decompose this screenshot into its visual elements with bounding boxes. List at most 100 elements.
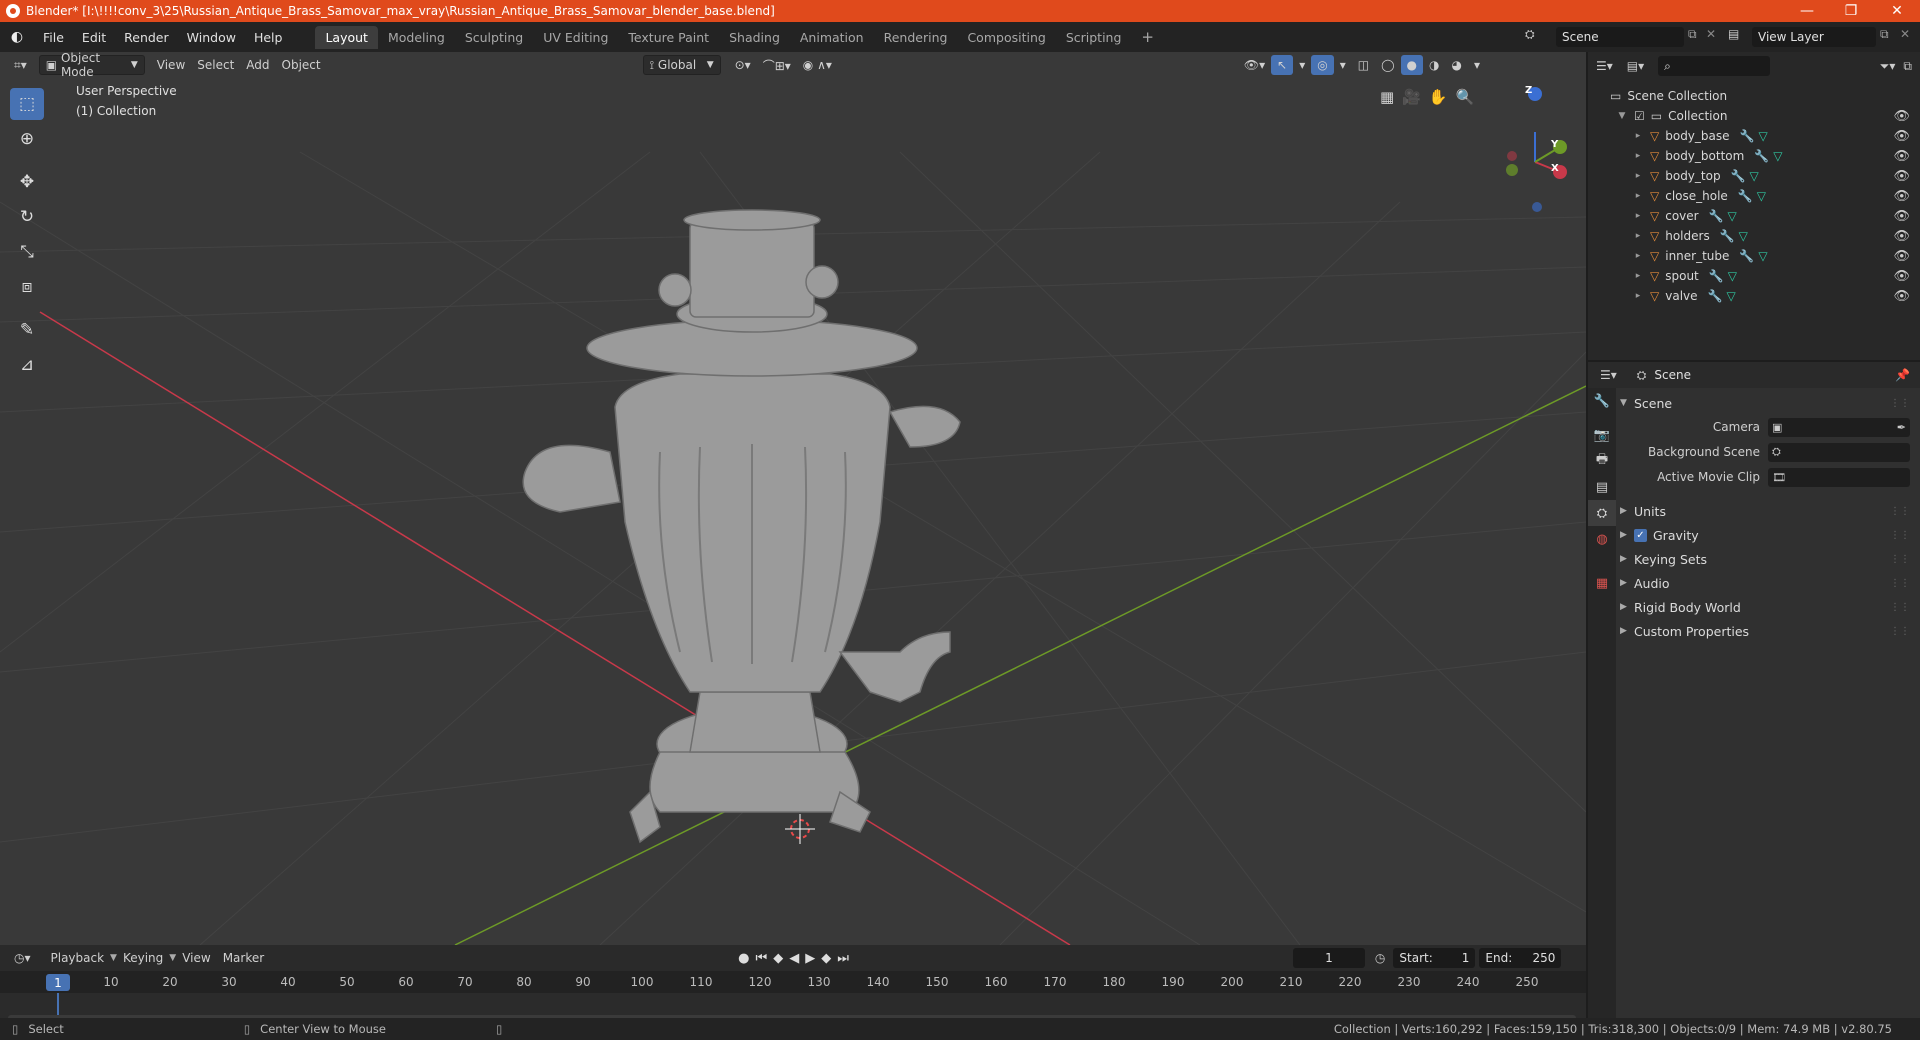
timeline-editor-type-icon[interactable]: ◷▾ (8, 948, 37, 968)
timeline-menu-marker[interactable]: Marker (217, 948, 270, 968)
tab-render[interactable]: 📷 (1588, 422, 1616, 448)
select-box-tool[interactable]: ⬚ (10, 88, 44, 120)
wireframe-shading-icon[interactable]: ◯ (1375, 55, 1400, 75)
object-visibility-icon[interactable]: 👁▾ (1238, 55, 1271, 75)
menu-window[interactable]: Window (178, 30, 245, 45)
xray-toggle-icon[interactable]: ◫ (1352, 55, 1375, 75)
view-layer-browse-icon[interactable]: ▤ (1728, 27, 1739, 41)
tab-sculpting[interactable]: Sculpting (455, 26, 533, 49)
end-frame-field[interactable]: End: 250 (1479, 948, 1562, 968)
visibility-eye-icon[interactable]: 👁 (1893, 189, 1910, 204)
measure-tool[interactable]: ⊿ (10, 349, 44, 381)
menu-file[interactable]: File (34, 30, 73, 45)
tab-shading[interactable]: Shading (719, 26, 790, 49)
annotate-tool[interactable]: ✎ (10, 314, 44, 346)
outliner-object-row[interactable]: ▸ ▽ body_base 🔧 ▽ 👁 (1588, 126, 1920, 146)
visibility-eye-icon[interactable]: 👁 (1893, 289, 1910, 304)
outliner-search-input[interactable]: ⌕ (1658, 56, 1771, 76)
toggle-camera-grid-icon[interactable]: ▦ (1380, 88, 1394, 106)
tab-animation[interactable]: Animation (790, 26, 874, 49)
snap-icon[interactable]: ⌒⊞▾ (757, 55, 797, 75)
pan-view-hand-icon[interactable]: ✋ (1429, 88, 1448, 106)
outliner-object-row[interactable]: ▸ ▽ holders 🔧 ▽ 👁 (1588, 226, 1920, 246)
tab-world[interactable]: ◍ (1588, 526, 1616, 552)
properties-editor-type-icon[interactable]: ☰▾ (1600, 368, 1617, 382)
outliner-object-row[interactable]: ▸ ▽ spout 🔧 ▽ 👁 (1588, 266, 1920, 286)
next-keyframe-icon[interactable]: ◆ (821, 951, 831, 966)
tab-rendering[interactable]: Rendering (874, 26, 958, 49)
rotate-tool[interactable]: ↻ (10, 201, 44, 233)
record-icon[interactable]: ● (738, 951, 749, 966)
delete-view-layer-icon[interactable]: ✕ (1900, 27, 1910, 41)
timeline-ruler[interactable]: 1 10 20 30 40 50 60 70 80 90 100 110 120… (0, 971, 1586, 993)
transform-tool[interactable]: ⧈ (10, 271, 44, 303)
background-scene-field[interactable]: ⛭ (1768, 442, 1910, 462)
display-mode-icon[interactable]: ▤▾ (1627, 59, 1644, 73)
active-movie-clip-field[interactable]: 🎞 (1768, 467, 1910, 487)
scene-selector[interactable]: Scene (1556, 27, 1684, 47)
drag-handle-icon[interactable]: ⋮⋮ (1890, 578, 1910, 589)
outliner-editor-type-icon[interactable]: ☰▾ (1596, 59, 1613, 73)
overlay-toggle-icon[interactable]: ◎ (1311, 55, 1334, 75)
current-frame-field[interactable]: 1 (1292, 948, 1365, 968)
cursor-tool[interactable]: ⊕ (10, 123, 44, 155)
overlay-dropdown-icon[interactable]: ▾ (1334, 55, 1352, 75)
gizmo-x-label[interactable]: X (1551, 163, 1559, 174)
scene-browse-icon[interactable]: ⛭ (1525, 27, 1535, 42)
transform-orientation-dropdown[interactable]: ⟟ Global ▼ (642, 55, 721, 75)
camera-field[interactable]: ▣ ✒ (1768, 417, 1910, 437)
viewport-menu-object[interactable]: Object (276, 55, 327, 75)
gizmo-y-label[interactable]: Y (1551, 139, 1558, 150)
maximize-button[interactable]: ❐ (1828, 0, 1874, 22)
expand-triangle-icon[interactable]: ▸ (1632, 171, 1644, 181)
keying-sets-panel-header[interactable]: ▶ Keying Sets ⋮⋮ (1620, 548, 1916, 570)
gravity-panel-header[interactable]: ▶ ✓ Gravity ⋮⋮ (1620, 524, 1916, 546)
new-view-layer-icon[interactable]: ⧉ (1880, 27, 1889, 42)
drag-handle-icon[interactable]: ⋮⋮ (1890, 398, 1910, 409)
gizmo-dropdown-icon[interactable]: ▾ (1293, 55, 1311, 75)
visibility-eye-icon[interactable]: 👁 (1893, 129, 1910, 144)
new-collection-icon[interactable]: ⧉ (1903, 59, 1912, 74)
scene-panel-header[interactable]: ▼ Scene ⋮⋮ (1620, 392, 1916, 414)
expand-triangle-icon[interactable]: ▸ (1632, 211, 1644, 221)
tab-scripting[interactable]: Scripting (1056, 26, 1132, 49)
drag-handle-icon[interactable]: ⋮⋮ (1890, 530, 1910, 541)
blender-menu-icon[interactable]: ◐ (0, 29, 34, 45)
custom-properties-panel-header[interactable]: ▶ Custom Properties ⋮⋮ (1620, 620, 1916, 642)
outliner-object-row[interactable]: ▸ ▽ inner_tube 🔧 ▽ 👁 (1588, 246, 1920, 266)
units-panel-header[interactable]: ▶ Units ⋮⋮ (1620, 500, 1916, 522)
outliner-object-row[interactable]: ▸ ▽ body_bottom 🔧 ▽ 👁 (1588, 146, 1920, 166)
outliner-scene-collection[interactable]: ▭ Scene Collection (1588, 86, 1920, 106)
tab-output[interactable]: 🖶 (1588, 448, 1616, 474)
add-workspace-icon[interactable]: + (1131, 24, 1164, 50)
editor-type-icon[interactable]: ⌗▾ (8, 55, 33, 75)
drag-handle-icon[interactable]: ⋮⋮ (1890, 602, 1910, 613)
tab-texture[interactable]: ▦ (1588, 570, 1616, 596)
outliner-object-row[interactable]: ▸ ▽ cover 🔧 ▽ 👁 (1588, 206, 1920, 226)
tab-layout[interactable]: Layout (315, 25, 378, 49)
shading-dropdown-icon[interactable]: ▾ (1468, 55, 1486, 75)
audio-panel-header[interactable]: ▶ Audio ⋮⋮ (1620, 572, 1916, 594)
visibility-eye-icon[interactable]: 👁 (1893, 169, 1910, 184)
expand-triangle-icon[interactable]: ▸ (1632, 251, 1644, 261)
tab-modeling[interactable]: Modeling (378, 26, 455, 49)
viewport-menu-view[interactable]: View (151, 55, 191, 75)
outliner-object-row[interactable]: ▸ ▽ body_top 🔧 ▽ 👁 (1588, 166, 1920, 186)
viewport-menu-add[interactable]: Add (240, 55, 275, 75)
menu-edit[interactable]: Edit (73, 30, 115, 45)
drag-handle-icon[interactable]: ⋮⋮ (1890, 626, 1910, 637)
timeline-menu-keying[interactable]: Keying (117, 948, 169, 968)
new-scene-icon[interactable]: ⧉ (1688, 27, 1697, 42)
preview-range-clock-icon[interactable]: ◷ (1375, 951, 1385, 965)
rigid-body-world-panel-header[interactable]: ▶ Rigid Body World ⋮⋮ (1620, 596, 1916, 618)
visibility-eye-icon[interactable]: 👁 (1893, 269, 1910, 284)
outliner-object-row[interactable]: ▸ ▽ valve 🔧 ▽ 👁 (1588, 286, 1920, 306)
menu-help[interactable]: Help (245, 30, 292, 45)
expand-triangle-icon[interactable]: ▸ (1632, 131, 1644, 141)
outliner-object-row[interactable]: ▸ ▽ close_hole 🔧 ▽ 👁 (1588, 186, 1920, 206)
jump-start-icon[interactable]: ⏮ (756, 951, 768, 966)
current-frame-indicator[interactable]: 1 (46, 974, 70, 991)
visibility-eye-icon[interactable]: 👁 (1893, 249, 1910, 264)
material-shading-icon[interactable]: ◑ (1423, 55, 1445, 75)
start-frame-field[interactable]: Start: 1 (1393, 948, 1476, 968)
